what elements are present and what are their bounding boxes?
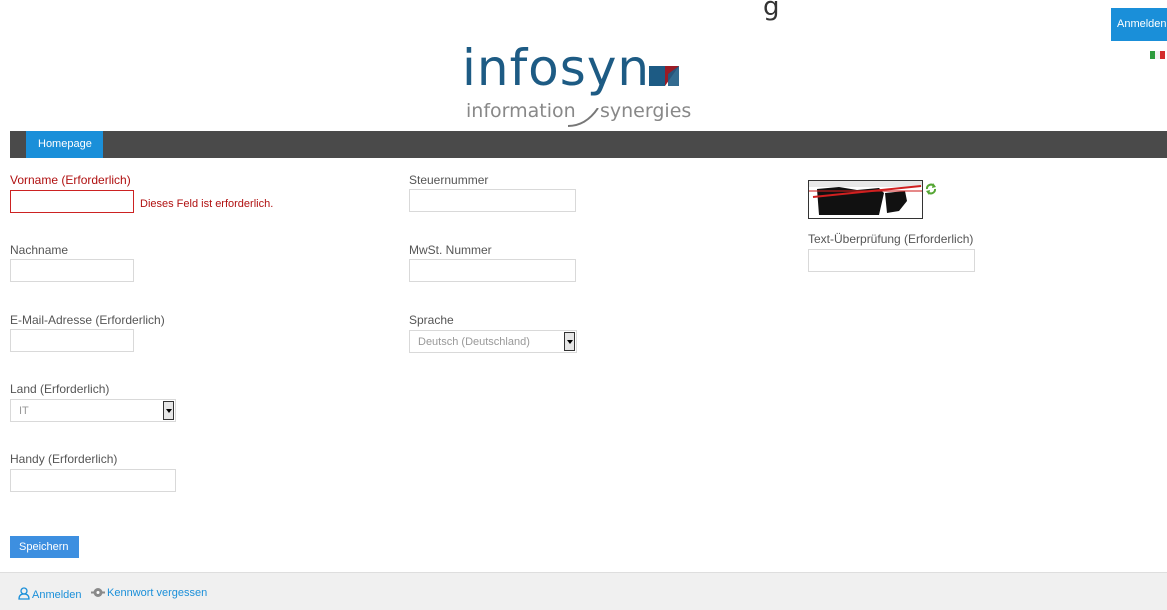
- nachname-field[interactable]: [10, 259, 134, 282]
- tab-homepage[interactable]: Homepage: [26, 131, 103, 158]
- page-heading-fragment: g: [763, 0, 780, 22]
- footer-login-link[interactable]: Anmelden: [18, 587, 82, 601]
- handy-label: Handy (Erforderlich): [10, 452, 118, 466]
- logo-brand: infosyn: [462, 39, 651, 97]
- logo: infosyn information synergies: [462, 39, 702, 127]
- captcha-image: [808, 180, 923, 219]
- italian-flag-icon[interactable]: [1150, 48, 1167, 59]
- land-select[interactable]: IT: [10, 399, 176, 422]
- mwst-field[interactable]: [409, 259, 576, 282]
- email-field[interactable]: [10, 329, 134, 352]
- handy-field[interactable]: [10, 469, 176, 492]
- nachname-label: Nachname: [10, 243, 69, 257]
- land-label: Land (Erforderlich): [10, 382, 110, 396]
- vorname-error-message: Dieses Feld ist erforderlich.: [140, 198, 274, 210]
- steuernummer-field[interactable]: [409, 189, 576, 212]
- land-select-value: IT: [19, 405, 29, 417]
- captcha-field[interactable]: [808, 249, 975, 272]
- chevron-down-icon[interactable]: [564, 332, 575, 351]
- save-button[interactable]: Speichern: [10, 536, 79, 558]
- mwst-label: MwSt. Nummer: [409, 243, 492, 257]
- logo-tagline: information synergies: [466, 100, 691, 122]
- sprache-select-value: Deutsch (Deutschland): [418, 336, 530, 348]
- key-icon: [91, 588, 105, 597]
- vorname-label: Vorname (Erforderlich): [10, 173, 131, 187]
- chevron-down-icon[interactable]: [163, 401, 174, 420]
- sprache-select[interactable]: Deutsch (Deutschland): [409, 330, 577, 353]
- logo-tagline-right: synergies: [600, 100, 692, 122]
- login-button[interactable]: Anmelden: [1111, 8, 1167, 41]
- footer-forgot-password-link[interactable]: Kennwort vergessen: [91, 587, 207, 599]
- email-label: E-Mail-Adresse (Erforderlich): [10, 313, 165, 327]
- logo-tagline-left: information: [466, 100, 576, 122]
- captcha-label: Text-Überprüfung (Erforderlich): [808, 232, 974, 246]
- steuernummer-label: Steuernummer: [409, 173, 489, 187]
- main-navbar: [10, 131, 1167, 158]
- logo-swoosh: [567, 108, 599, 127]
- vorname-field[interactable]: [10, 190, 134, 213]
- refresh-icon[interactable]: [925, 183, 937, 195]
- logo-mark-icon: [649, 66, 679, 86]
- user-icon: [18, 587, 30, 600]
- sprache-label: Sprache: [409, 313, 454, 327]
- footer: Anmelden Kennwort vergessen: [0, 572, 1167, 610]
- footer-forgot-password-label: Kennwort vergessen: [107, 587, 208, 599]
- footer-login-label: Anmelden: [32, 589, 82, 601]
